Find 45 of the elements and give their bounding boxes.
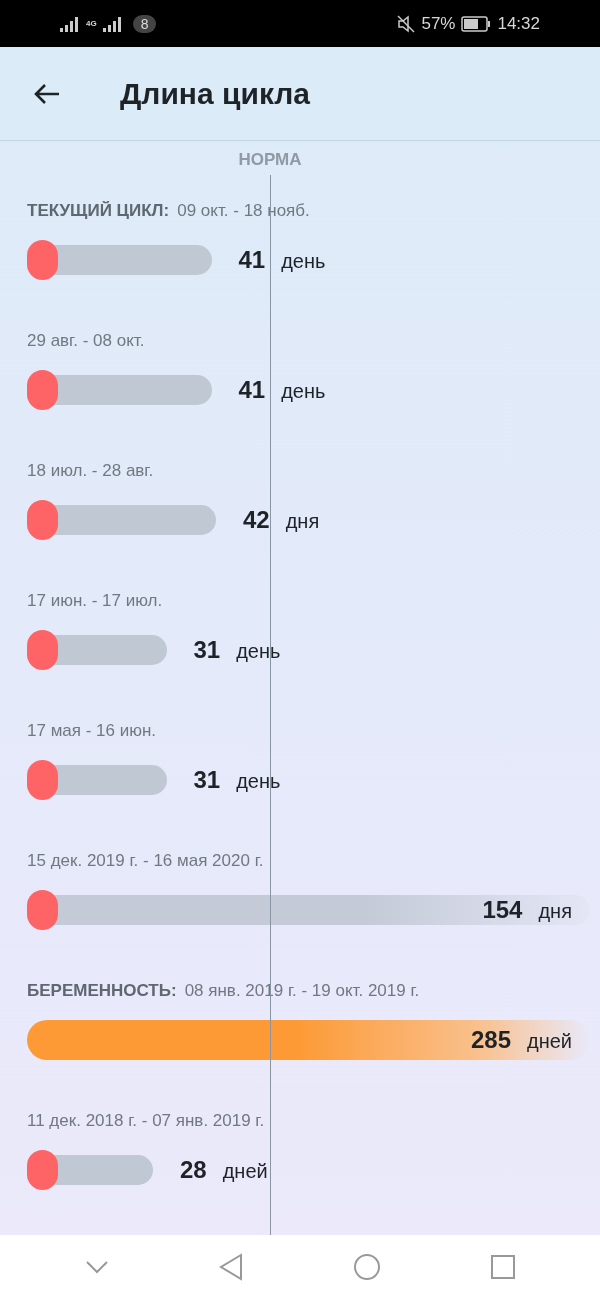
period-marker [27, 500, 58, 540]
day-count: 41 [238, 376, 266, 404]
battery-icon [461, 15, 492, 32]
muted-speaker-icon [397, 14, 416, 33]
back-icon[interactable] [217, 1253, 244, 1281]
day-count: 31 [193, 766, 221, 794]
day-unit: день [281, 380, 326, 403]
recents-icon[interactable] [489, 1254, 516, 1280]
day-unit: дня [285, 510, 320, 533]
day-count: 285 [470, 1026, 511, 1054]
clock: 14:32 [497, 13, 540, 34]
date-range: 18 июл. - 28 авг. [27, 461, 154, 481]
period-marker [27, 1150, 58, 1190]
date-range: 29 авг. - 08 окт. [27, 331, 145, 351]
day-unit: день [236, 770, 281, 793]
day-count: 31 [193, 636, 221, 664]
network-type: 4G [86, 19, 97, 28]
row-label: ТЕКУЩИЙ ЦИКЛ: [27, 201, 170, 221]
page-title: Длина цикла [120, 76, 311, 111]
period-marker [27, 370, 58, 410]
day-count: 41 [238, 246, 266, 274]
date-range: 15 дек. 2019 г. - 16 мая 2020 г. [27, 851, 264, 871]
home-icon[interactable] [352, 1253, 381, 1281]
day-count: 28 [180, 1156, 207, 1184]
day-unit: дня [538, 900, 572, 923]
date-range: 17 мая - 16 июн. [27, 721, 157, 741]
date-range: 11 дек. 2018 г. - 07 янв. 2019 г. [27, 1111, 265, 1131]
period-marker [27, 630, 58, 670]
day-unit: дней [527, 1030, 572, 1053]
norm-label: НОРМА [238, 150, 302, 170]
date-range: 17 июн. - 17 июл. [27, 591, 163, 611]
period-marker [27, 760, 58, 800]
period-marker [27, 240, 58, 280]
battery-percent: 57% [421, 13, 456, 34]
day-count: 154 [482, 896, 523, 924]
signal-icon [102, 15, 123, 32]
notification-count: 8 [132, 14, 157, 33]
day-unit: дней [222, 1160, 268, 1183]
day-count: 42 [243, 506, 270, 534]
day-unit: день [281, 250, 326, 273]
row-label: БЕРЕМЕННОСТЬ: [27, 981, 177, 1001]
day-unit: день [236, 640, 281, 663]
chevron-down-icon[interactable] [84, 1260, 109, 1274]
signal-icon [60, 15, 80, 32]
period-marker [27, 890, 58, 930]
